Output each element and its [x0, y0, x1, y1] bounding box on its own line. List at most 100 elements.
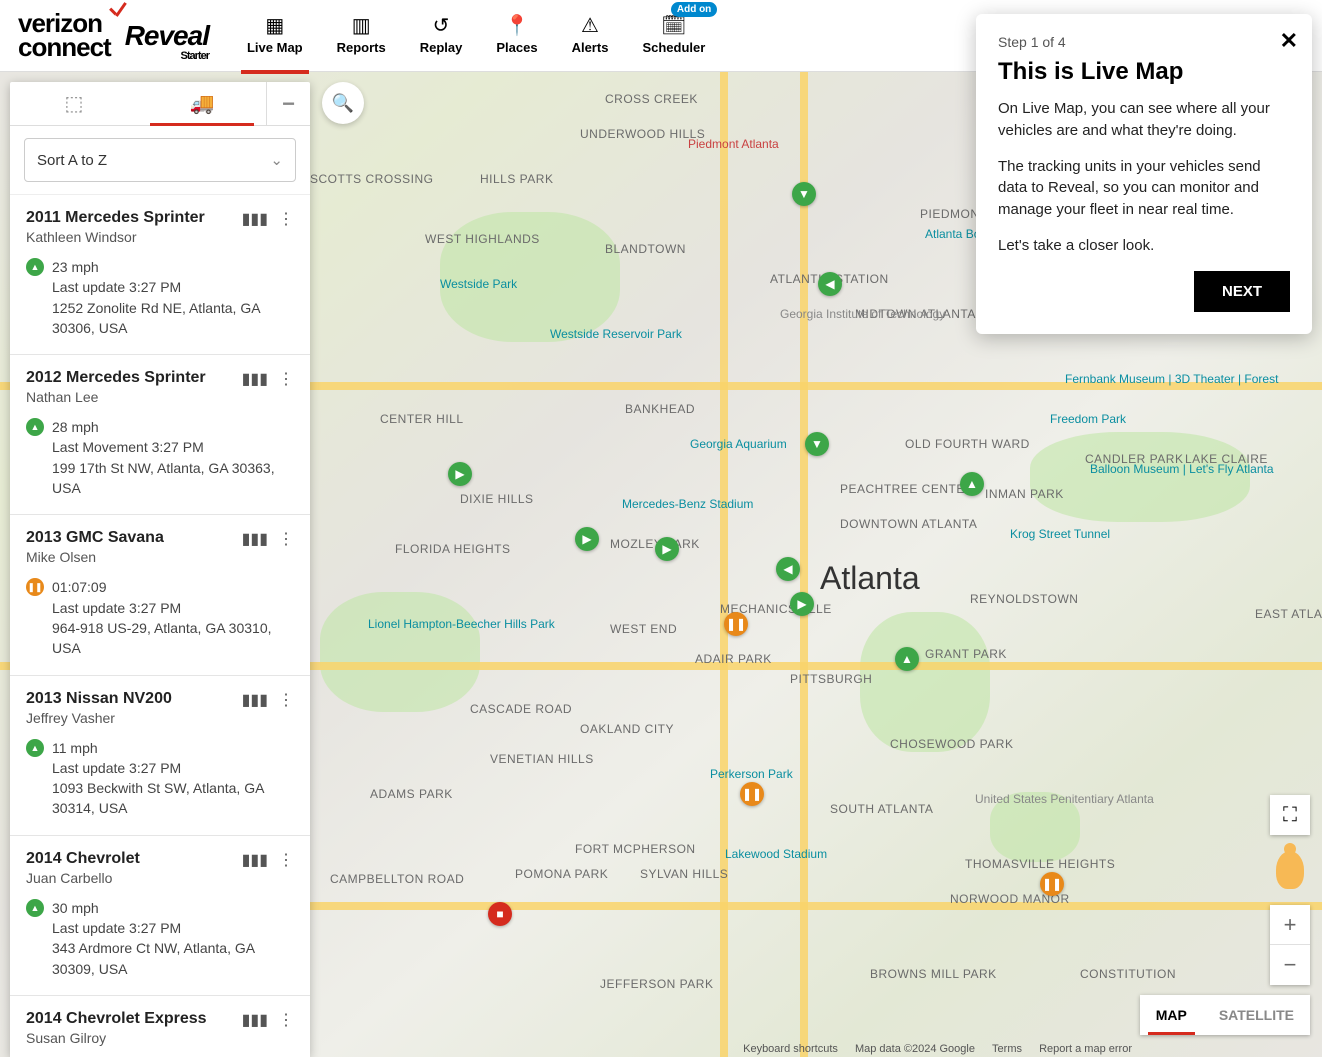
nav-scheduler[interactable]: Add on🗓Scheduler — [642, 14, 705, 57]
driver-name: Kathleen Windsor — [26, 229, 205, 245]
signal-icon[interactable]: ▮▮▮ — [242, 369, 268, 389]
vehicle-address: 1093 Beckwith St SW, Atlanta, GA 30314, … — [52, 778, 294, 819]
map-type-satellite[interactable]: SATELLITE — [1203, 995, 1310, 1035]
last-update: Last update 3:27 PM — [52, 598, 294, 618]
vehicle-marker[interactable]: ◀ — [818, 272, 842, 296]
verizon-connect-logo: verizonconnect — [18, 12, 111, 59]
nav-alerts[interactable]: ⚠Alerts — [572, 14, 609, 57]
vehicle-address: 199 17th St NW, Atlanta, GA 30363, USA — [52, 458, 294, 499]
pegman-icon[interactable] — [1276, 851, 1304, 889]
truck-icon: 🚚 — [190, 91, 215, 116]
vehicle-speed: 30 mph — [52, 898, 294, 918]
tab-vehicles[interactable]: 🚚 — [138, 82, 266, 125]
vehicle-name: 2013 GMC Savana — [26, 529, 164, 547]
vehicle-marker[interactable]: ■ — [488, 902, 512, 926]
nav-reports[interactable]: ▥Reports — [337, 14, 386, 57]
signal-icon[interactable]: ▮▮▮ — [242, 1010, 268, 1030]
vehicle-marker[interactable]: ▼ — [805, 432, 829, 456]
vehicle-speed: 01:07:09 — [52, 577, 294, 597]
vehicle-marker[interactable]: ▶ — [448, 462, 472, 486]
vehicle-marker[interactable]: ▲ — [960, 472, 984, 496]
replay-icon: ↺ — [429, 14, 453, 36]
calendar-icon: 🗓 — [662, 14, 686, 36]
vehicle-marker[interactable]: ◀ — [776, 557, 800, 581]
map-controls: ⛶ + − — [1270, 795, 1310, 985]
sort-dropdown[interactable]: Sort A to Z ⌄ — [24, 138, 296, 182]
more-icon[interactable]: ⋮ — [278, 850, 294, 870]
nav-places[interactable]: 📍Places — [496, 14, 537, 57]
vehicle-address: 964-918 US-29, Atlanta, GA 30310, USA — [52, 618, 294, 659]
vehicle-marker[interactable]: ▶ — [575, 527, 599, 551]
tour-body: On Live Map, you can see where all your … — [998, 98, 1290, 257]
status-icon: ❚❚ — [26, 578, 44, 596]
pin-icon: 📍 — [505, 14, 529, 36]
driver-name: Jeffrey Vasher — [26, 710, 172, 726]
status-icon: ▲ — [26, 418, 44, 436]
nav-live-map[interactable]: ▦Live Map — [247, 14, 303, 57]
last-update: Last update 3:27 PM — [52, 758, 294, 778]
zoom-control: + − — [1270, 905, 1310, 985]
tour-title: This is Live Map — [998, 58, 1290, 86]
vehicle-card[interactable]: 2014 Chevrolet ExpressSusan Gilroy▮▮▮⋮❚❚… — [10, 996, 310, 1057]
vehicle-speed: 11 mph — [52, 738, 294, 758]
vehicle-card[interactable]: 2013 GMC Savana Mike Olsen ▮▮▮ ⋮ ❚❚ 01:07:09L… — [10, 515, 310, 675]
map-search-button[interactable]: 🔍 — [322, 82, 364, 124]
chevron-down-icon: ⌄ — [270, 151, 283, 169]
signal-icon[interactable]: ▮▮▮ — [242, 850, 268, 870]
search-icon: 🔍 — [332, 93, 354, 114]
status-icon: ▲ — [26, 739, 44, 757]
vehicle-marker[interactable]: ▶ — [790, 592, 814, 616]
collapse-sidebar-button[interactable]: − — [266, 82, 310, 125]
signal-icon[interactable]: ▮▮▮ — [242, 209, 268, 229]
vehicle-address: 343 Ardmore Ct NW, Atlanta, GA 30309, US… — [52, 938, 294, 979]
signal-icon[interactable]: ▮▮▮ — [242, 690, 268, 710]
more-icon[interactable]: ⋮ — [278, 690, 294, 710]
driver-name: Nathan Lee — [26, 389, 206, 405]
status-icon: ▲ — [26, 899, 44, 917]
zoom-in-button[interactable]: + — [1270, 905, 1310, 945]
vehicle-card[interactable]: 2012 Mercedes SprinterNathan Lee▮▮▮⋮▲28 … — [10, 355, 310, 515]
vehicle-card[interactable]: 2013 Nissan NV200 Jeffrey Vasher ▮▮▮ ⋮ ▲ 11 m… — [10, 676, 310, 836]
vehicle-marker[interactable]: ▲ — [895, 647, 919, 671]
vehicle-marker[interactable]: ❚❚ — [724, 612, 748, 636]
last-update: Last update 3:27 PM — [52, 277, 294, 297]
next-button[interactable]: NEXT — [1194, 271, 1290, 312]
map-pin-icon: ▦ — [263, 14, 287, 36]
nav-replay[interactable]: ↺Replay — [420, 14, 463, 57]
vehicle-card[interactable]: 2011 Mercedes Sprinter Kathleen Windsor ▮▮… — [10, 195, 310, 355]
driver-name: Mike Olsen — [26, 549, 164, 565]
bar-chart-icon: ▥ — [349, 14, 373, 36]
vehicle-marker[interactable]: ▶ — [655, 537, 679, 561]
tour-popover: ✕ Step 1 of 4 This is Live Map On Live M… — [976, 14, 1312, 334]
vehicle-name: 2013 Nissan NV200 — [26, 690, 172, 708]
zoom-out-button[interactable]: − — [1270, 945, 1310, 985]
more-icon[interactable]: ⋮ — [278, 209, 294, 229]
map-type-map[interactable]: MAP — [1140, 995, 1203, 1035]
vehicle-sidebar: ⬚ 🚚 − Sort A to Z ⌄ 2011 Mercedes Sprint… — [10, 82, 310, 1057]
tour-step-label: Step 1 of 4 — [998, 34, 1290, 50]
fullscreen-button[interactable]: ⛶ — [1270, 795, 1310, 835]
vehicle-marker[interactable]: ❚❚ — [1040, 872, 1064, 896]
more-icon[interactable]: ⋮ — [278, 529, 294, 549]
vehicle-name: 2014 Chevrolet Express — [26, 1010, 207, 1028]
reveal-logo: Reveal Starter — [125, 20, 209, 52]
vehicle-list[interactable]: 2011 Mercedes Sprinter Kathleen Windsor ▮▮… — [10, 194, 310, 1057]
status-icon: ▲ — [26, 258, 44, 276]
last-update: Last Movement 3:27 PM — [52, 437, 294, 457]
vehicle-marker[interactable]: ▼ — [792, 182, 816, 206]
hierarchy-icon: ⬚ — [65, 91, 84, 116]
vehicle-address: 1252 Zonolite Rd NE, Atlanta, GA 30306, … — [52, 298, 294, 339]
sidebar-tabs: ⬚ 🚚 − — [10, 82, 310, 126]
signal-icon[interactable]: ▮▮▮ — [242, 529, 268, 549]
vehicle-card[interactable]: 2014 ChevroletJuan Carbello▮▮▮⋮▲30 mphLa… — [10, 836, 310, 996]
more-icon[interactable]: ⋮ — [278, 1010, 294, 1030]
vehicle-speed: 28 mph — [52, 417, 294, 437]
city-label: Atlanta — [820, 560, 920, 597]
logo-group: verizonconnect Reveal Starter — [18, 12, 209, 59]
close-button[interactable]: ✕ — [1280, 28, 1298, 54]
vehicle-marker[interactable]: ❚❚ — [740, 782, 764, 806]
more-icon[interactable]: ⋮ — [278, 369, 294, 389]
tab-hierarchy[interactable]: ⬚ — [10, 82, 138, 125]
vehicle-name: 2011 Mercedes Sprinter — [26, 209, 205, 227]
driver-name: Susan Gilroy — [26, 1030, 207, 1046]
